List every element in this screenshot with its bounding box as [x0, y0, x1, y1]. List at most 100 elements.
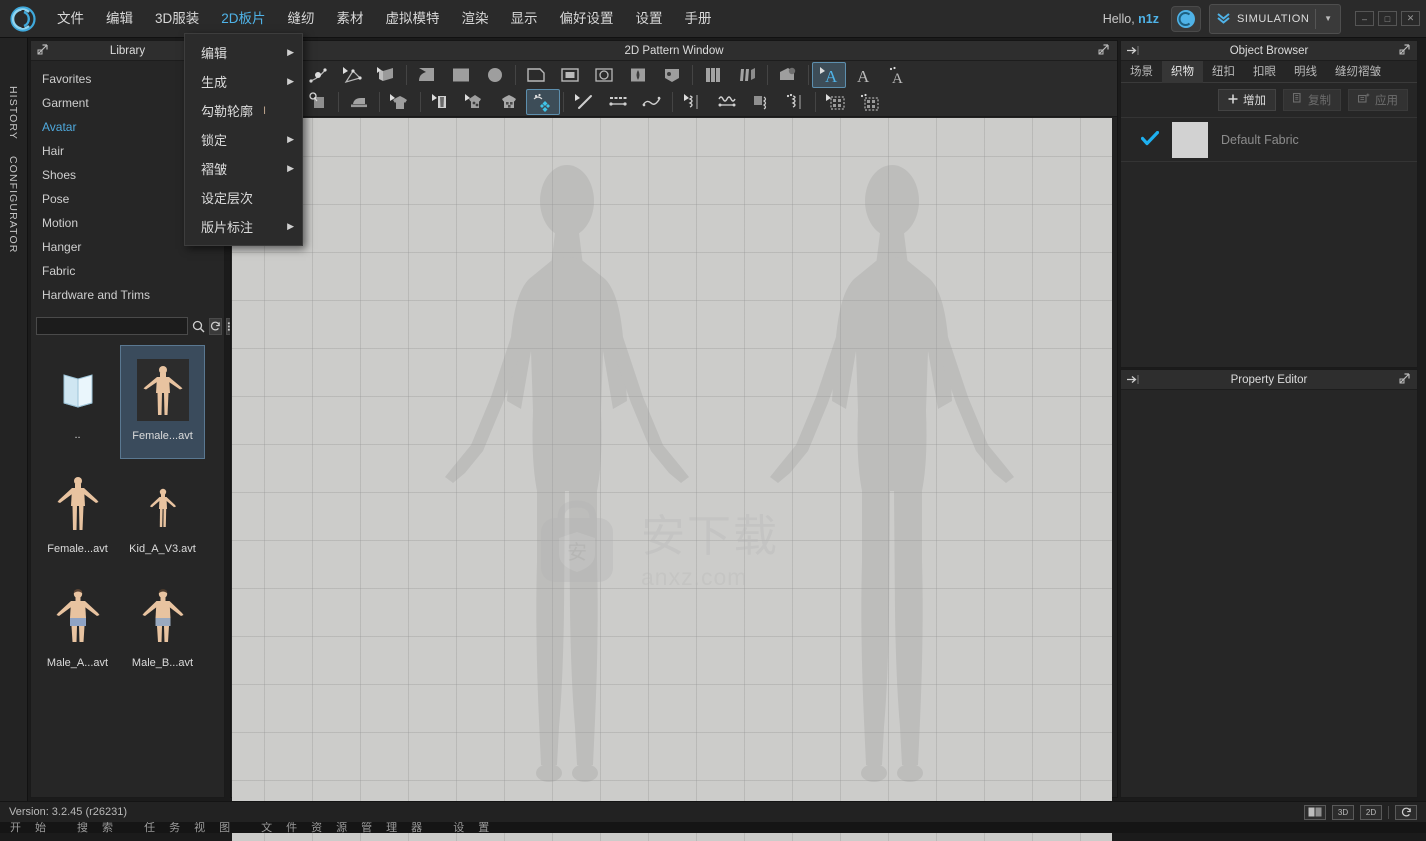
- dart-tool[interactable]: [621, 62, 655, 88]
- duplicate-button-label: 复制: [1308, 95, 1331, 107]
- chevron-down-icon[interactable]: ▼: [1322, 14, 1334, 23]
- pleat-edit-tool[interactable]: [676, 89, 710, 115]
- elastic-tool[interactable]: [710, 89, 744, 115]
- circle-tool[interactable]: [478, 62, 512, 88]
- refresh-icon[interactable]: [209, 317, 222, 335]
- menu-item-pattern-annotation[interactable]: 版片标注 ▶: [185, 212, 302, 241]
- menu-render[interactable]: 渲染: [451, 0, 500, 38]
- pin-arrow-icon[interactable]: [1127, 374, 1139, 388]
- reset-view-button[interactable]: [1395, 804, 1417, 820]
- menu-item-lock[interactable]: 锁定 ▶: [185, 125, 302, 154]
- tab-fabric[interactable]: 织物: [1162, 61, 1203, 83]
- menu-file[interactable]: 文件: [46, 0, 95, 38]
- popout-icon[interactable]: [1098, 44, 1109, 58]
- select-text-tool[interactable]: A: [812, 61, 846, 88]
- edit-mesh-tool[interactable]: [853, 89, 887, 115]
- inner-rectangle-tool[interactable]: [553, 62, 587, 88]
- flatten-tool[interactable]: [342, 89, 376, 115]
- select-mesh-tool[interactable]: [819, 89, 853, 115]
- menu-material[interactable]: 素材: [326, 0, 375, 38]
- apply-icon: [1357, 93, 1370, 107]
- menu-preferences[interactable]: 偏好设置: [549, 0, 625, 38]
- tab-scene[interactable]: 场景: [1121, 61, 1162, 83]
- edit-text-tool[interactable]: A: [880, 62, 914, 88]
- maximize-button[interactable]: □: [1378, 11, 1397, 26]
- layer-tool[interactable]: [424, 89, 458, 115]
- menu-edit[interactable]: 编辑: [95, 0, 144, 38]
- library-item-male-b[interactable]: Male_B...avt: [120, 573, 205, 687]
- cloud-icon[interactable]: [1171, 5, 1201, 32]
- menu-manual[interactable]: 手册: [674, 0, 723, 38]
- texture-tool[interactable]: [771, 62, 805, 88]
- view-mode-buttons: 3D 2D: [1304, 804, 1426, 820]
- checker-tool[interactable]: [492, 89, 526, 115]
- dotted-measure-tool[interactable]: [601, 89, 635, 115]
- gather-tool[interactable]: [730, 62, 764, 88]
- pattern-move-tool[interactable]: [526, 89, 560, 116]
- library-item-female[interactable]: Female...avt: [35, 459, 120, 573]
- edit-polyline-tool[interactable]: [335, 62, 369, 88]
- pattern-3d-tool[interactable]: [383, 89, 417, 115]
- vtab-configurator[interactable]: CONFIGURATOR: [7, 156, 19, 253]
- library-cat-hardware-and-trims[interactable]: Hardware and Trims: [31, 283, 224, 307]
- grading-tool[interactable]: [458, 89, 492, 115]
- menu-item-label: 设定层次: [201, 191, 254, 206]
- library-item-male-a[interactable]: Male_A...avt: [35, 573, 120, 687]
- library-item-parent-folder[interactable]: ..: [35, 345, 120, 459]
- sew-zoom-tool[interactable]: [301, 89, 335, 115]
- notch-tool[interactable]: [655, 62, 689, 88]
- polygon-tool[interactable]: [410, 62, 444, 88]
- split-view-button[interactable]: [1304, 804, 1326, 820]
- menu-item-generate[interactable]: 生成 ▶: [185, 67, 302, 96]
- minimize-button[interactable]: –: [1355, 11, 1374, 26]
- app-logo-icon[interactable]: [0, 0, 46, 38]
- library-cat-fabric[interactable]: Fabric: [31, 259, 224, 283]
- apply-button[interactable]: 应用: [1348, 89, 1408, 111]
- check-icon[interactable]: [1140, 130, 1160, 149]
- curve-measure-tool[interactable]: [635, 89, 669, 115]
- menu-2d-pattern[interactable]: 2D板片: [210, 0, 277, 38]
- pleat-tool[interactable]: [696, 62, 730, 88]
- menu-display[interactable]: 显示: [500, 0, 549, 38]
- fabric-list-item[interactable]: Default Fabric: [1121, 118, 1417, 162]
- search-icon[interactable]: [192, 317, 205, 335]
- add-button[interactable]: 增加: [1218, 89, 1276, 111]
- vtab-history[interactable]: HISTORY: [7, 86, 19, 140]
- inner-circle-tool[interactable]: [587, 62, 621, 88]
- library-item-female-selected[interactable]: Female...avt: [120, 345, 205, 459]
- duplicate-button[interactable]: 复制: [1283, 89, 1341, 111]
- rectangle-tool[interactable]: [444, 62, 478, 88]
- fold-arrange-tool[interactable]: [369, 62, 403, 88]
- pin-arrow-icon[interactable]: [1127, 45, 1139, 59]
- view-2d-button[interactable]: 2D: [1360, 804, 1382, 820]
- close-button[interactable]: ✕: [1401, 11, 1420, 26]
- menu-settings[interactable]: 设置: [625, 0, 674, 38]
- zigzag-tool[interactable]: [778, 89, 812, 115]
- popout-icon[interactable]: [37, 44, 48, 58]
- view-3d-button[interactable]: 3D: [1332, 804, 1354, 820]
- menu-item-edit[interactable]: 编辑 ▶: [185, 38, 302, 67]
- tab-buttonhole[interactable]: 扣眼: [1244, 61, 1285, 83]
- search-input[interactable]: [36, 317, 188, 335]
- shirring-tool[interactable]: [744, 89, 778, 115]
- popout-icon[interactable]: [1399, 373, 1410, 387]
- menu-item-set-layer[interactable]: 设定层次: [185, 183, 302, 212]
- os-taskbar[interactable]: 开始 搜索 任务视图 文件资源管理器 设置: [0, 822, 1426, 833]
- menu-3d-garment[interactable]: 3D服装: [144, 0, 210, 38]
- simulation-mode-select[interactable]: SIMULATION ▼: [1209, 3, 1341, 34]
- tab-sewing-pleat[interactable]: 缝纫褶皱: [1326, 61, 1390, 83]
- trace-pattern-tool[interactable]: [519, 62, 553, 88]
- library-item-kid[interactable]: Kid_A_V3.avt: [120, 459, 205, 573]
- popout-icon[interactable]: [1399, 44, 1410, 58]
- menu-sewing[interactable]: 缝纫: [277, 0, 326, 38]
- pattern-canvas[interactable]: 安 安下载 anxz.com: [232, 118, 1112, 841]
- fabric-swatch[interactable]: [1172, 121, 1208, 158]
- tab-topstitch[interactable]: 明线: [1285, 61, 1326, 83]
- text-tool[interactable]: A: [846, 62, 880, 88]
- menu-avatar[interactable]: 虚拟模特: [375, 0, 451, 38]
- menu-item-trace-outline[interactable]: 勾勒轮廓 I: [185, 96, 302, 125]
- tab-button[interactable]: 纽扣: [1203, 61, 1244, 83]
- line-measure-tool[interactable]: [567, 89, 601, 115]
- menu-item-pleat[interactable]: 褶皱 ▶: [185, 154, 302, 183]
- add-point-tool[interactable]: [301, 62, 335, 88]
